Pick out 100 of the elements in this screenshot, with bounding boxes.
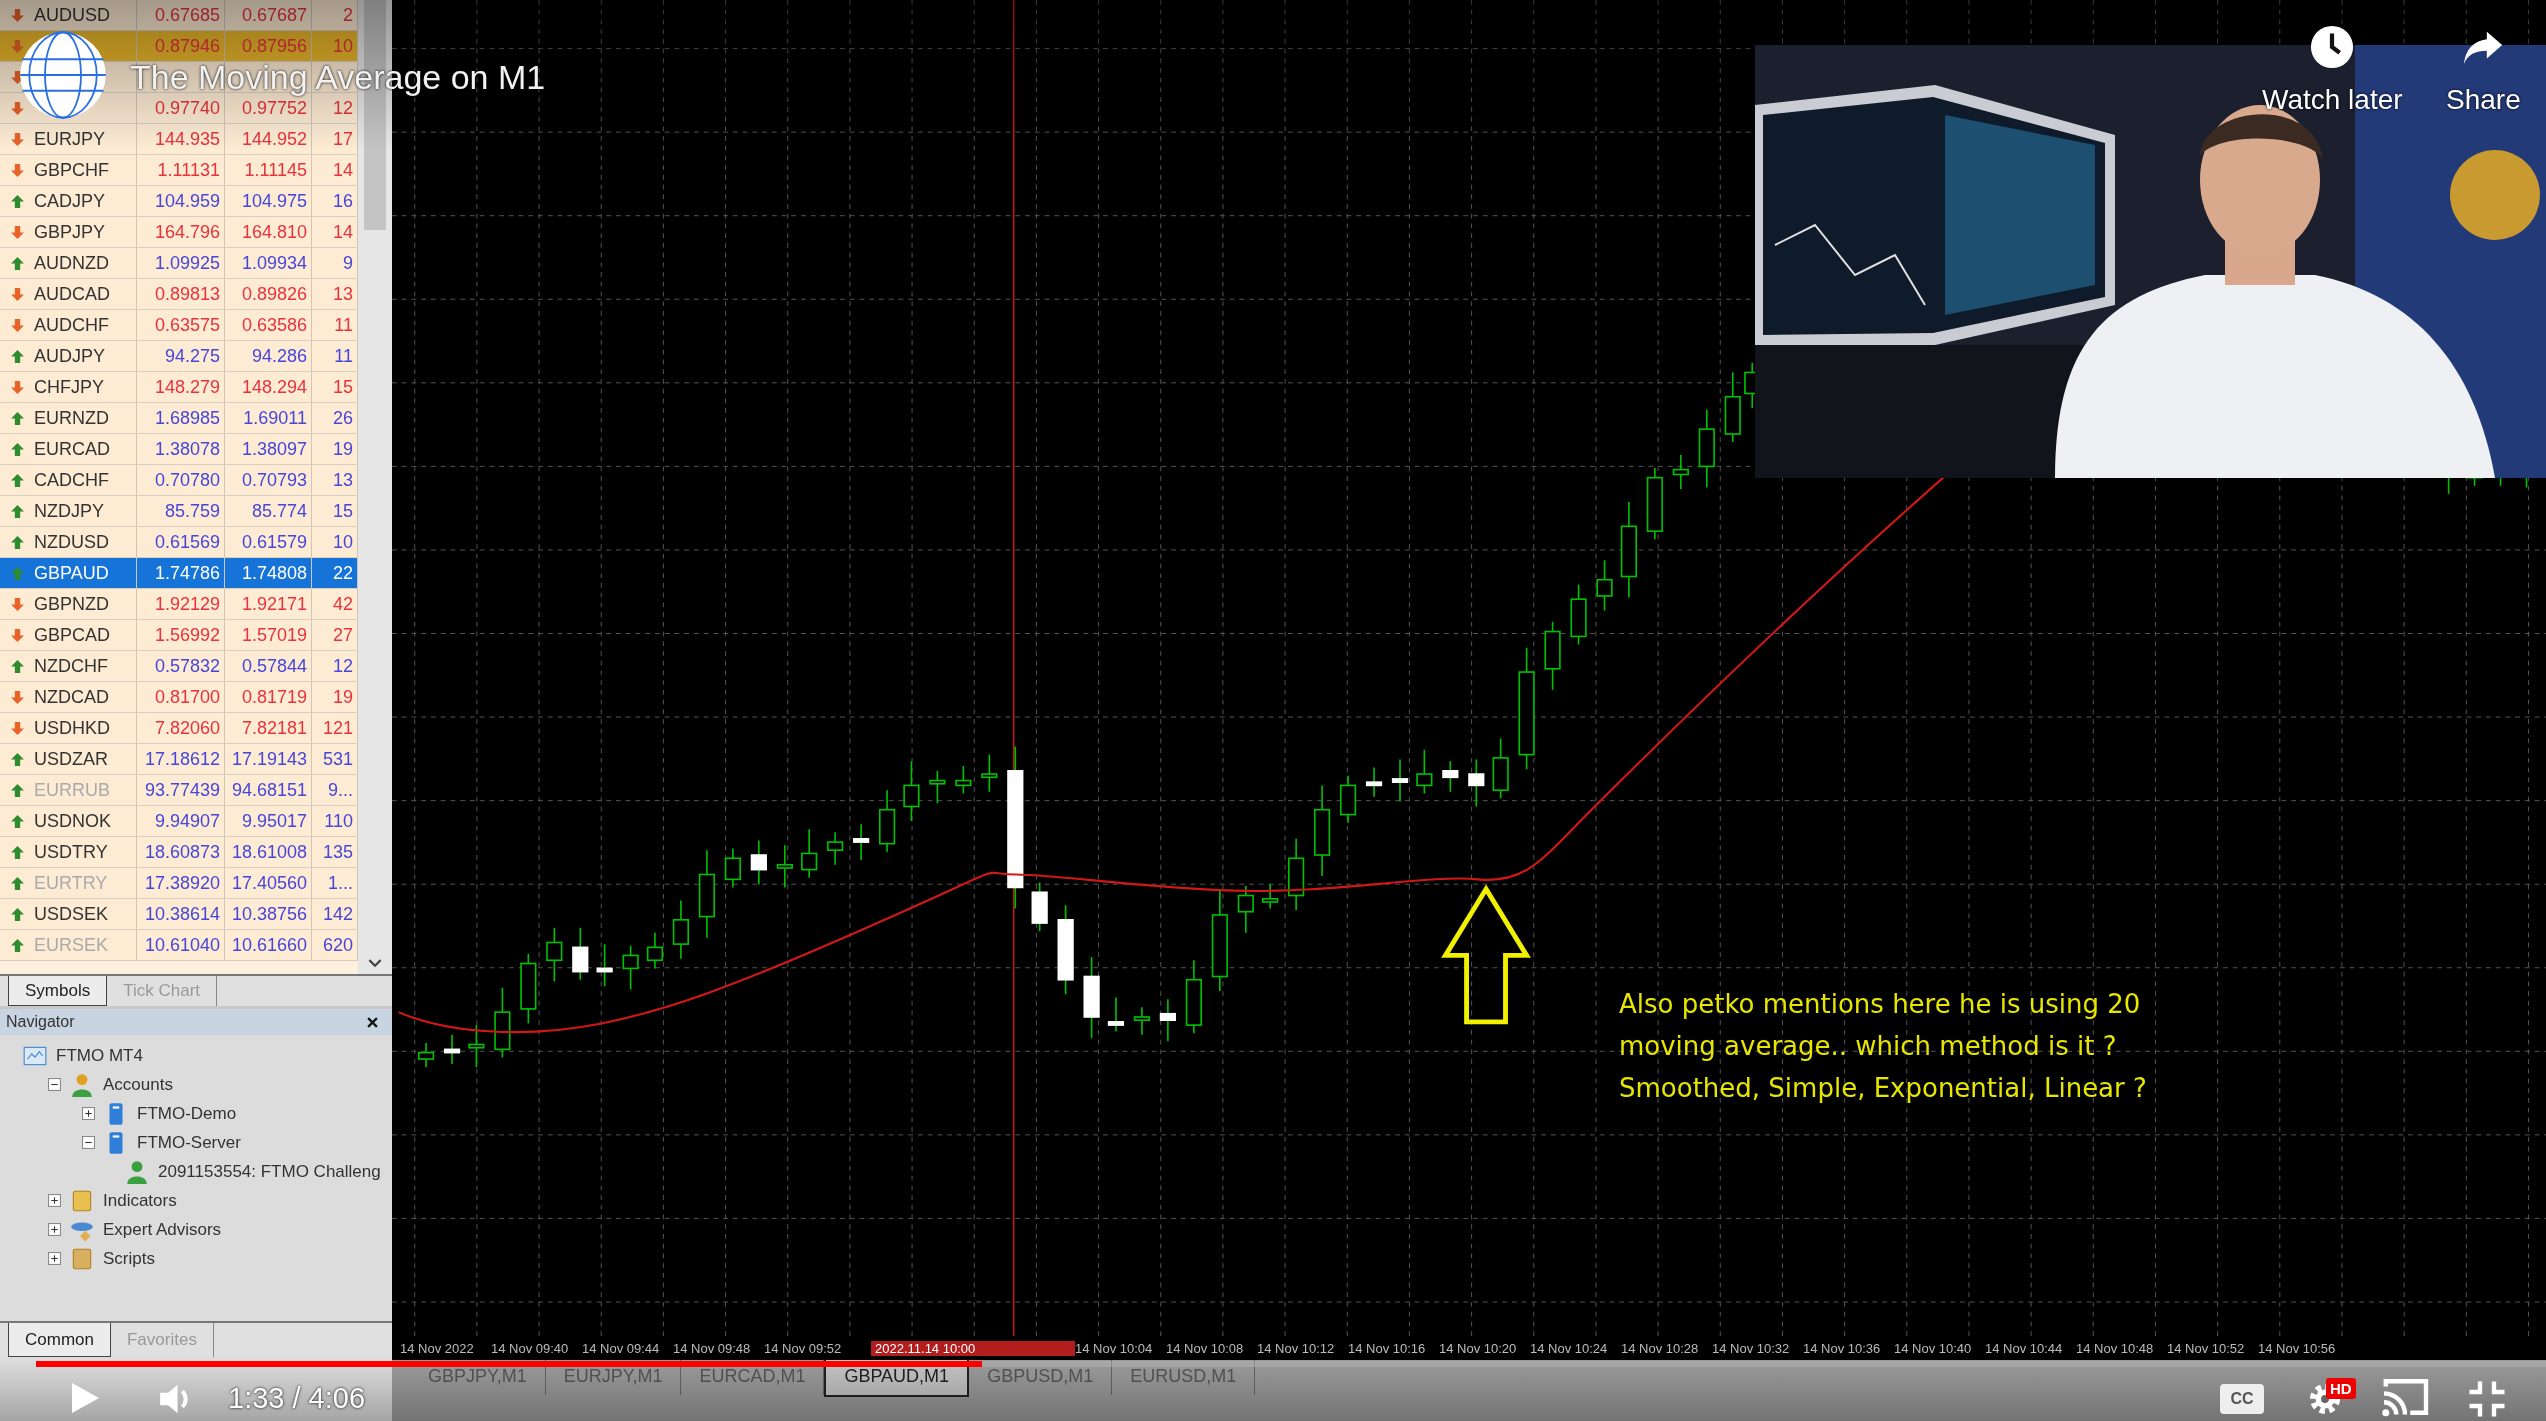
quote-row[interactable]: USDHKD 7.82060 7.82181 121 xyxy=(0,713,358,744)
bid-cell: 1.11131 xyxy=(157,159,220,181)
clock-icon xyxy=(2309,24,2356,70)
symbol-cell: USDZAR xyxy=(34,748,108,770)
spread-cell: 9... xyxy=(328,779,353,801)
bid-cell: 0.97740 xyxy=(154,97,220,119)
bid-cell: 0.70780 xyxy=(154,469,220,491)
watch-later-button[interactable]: Watch later xyxy=(2262,24,2403,116)
symbol-cell: CHFJPY xyxy=(34,376,104,398)
quality-badge: HD xyxy=(2326,1378,2356,1399)
ask-cell: 144.952 xyxy=(241,128,307,150)
ask-cell: 7.82181 xyxy=(241,717,307,739)
quote-row[interactable]: EURSEK 10.61040 10.61660 620 xyxy=(0,930,358,961)
time-label: 14 Nov 2022 xyxy=(400,1340,475,1356)
quote-row[interactable]: GBPCHF 1.11131 1.11145 14 xyxy=(0,155,358,186)
quote-row[interactable]: EURNZD 1.68985 1.69011 26 xyxy=(0,403,358,434)
symbol-cell: NZDCAD xyxy=(34,686,109,708)
symbol-cell: EURTRY xyxy=(34,872,108,894)
chevron-down-icon[interactable] xyxy=(368,959,382,968)
quote-row[interactable]: GBPNZD 1.92129 1.92171 42 xyxy=(0,589,358,620)
quote-row[interactable]: NZDUSD 0.61569 0.61579 10 xyxy=(0,527,358,558)
spread-cell: 135 xyxy=(322,841,353,863)
tree-item[interactable]: 2091153554: FTMO Challeng xyxy=(158,1161,381,1182)
symbol-cell: EURRUB xyxy=(34,779,110,801)
bid-cell: 0.61569 xyxy=(154,531,220,553)
expand-icon[interactable] xyxy=(48,1194,61,1207)
candle xyxy=(878,789,896,853)
bid-cell: 9.94907 xyxy=(154,810,220,832)
quote-row[interactable]: CHFJPY 148.279 148.294 15 xyxy=(0,372,358,403)
tree-item[interactable]: FTMO-Server xyxy=(137,1132,241,1153)
symbol-cell: USDSEK xyxy=(34,903,109,925)
globe-icon[interactable] xyxy=(18,30,108,120)
collapse-icon[interactable] xyxy=(48,1078,61,1091)
ask-cell: 17.40560 xyxy=(231,872,307,894)
quote-row[interactable]: AUDCHF 0.63575 0.63586 11 xyxy=(0,310,358,341)
quote-row[interactable]: NZDJPY 85.759 85.774 15 xyxy=(0,496,358,527)
ask-cell: 85.774 xyxy=(251,500,307,522)
candle xyxy=(1442,760,1459,793)
person-icon xyxy=(124,1158,150,1185)
tree-item[interactable]: Expert Advisors xyxy=(103,1219,222,1240)
quote-row[interactable]: AUDUSD 0.67685 0.67687 2 xyxy=(0,0,358,31)
panel-tab[interactable]: Common xyxy=(8,1323,111,1357)
symbol-cell: EURJPY xyxy=(34,128,105,150)
spread-cell: 531 xyxy=(322,748,353,770)
quote-row[interactable]: USDZAR 17.18612 17.19143 531 xyxy=(0,744,358,775)
quote-row[interactable]: GBPCAD 1.56992 1.57019 27 xyxy=(0,620,358,651)
collapse-icon[interactable] xyxy=(82,1136,95,1149)
ask-cell: 148.294 xyxy=(241,376,307,398)
quote-row[interactable]: GBPAUD 1.74786 1.74808 22 xyxy=(0,558,358,589)
tree-item[interactable]: Accounts xyxy=(103,1074,173,1095)
spread-cell: 2 xyxy=(343,4,353,26)
candle xyxy=(572,927,589,981)
quote-row[interactable]: AUDJPY 94.275 94.286 11 xyxy=(0,341,358,372)
panel-tab[interactable]: Symbols xyxy=(8,976,108,1006)
expand-icon[interactable] xyxy=(48,1223,61,1236)
quote-row[interactable]: GBPJPY 164.796 164.810 14 xyxy=(0,217,358,248)
tree-item[interactable]: FTMO MT4 xyxy=(56,1045,143,1066)
time-label: 14 Nov 10:40 xyxy=(1894,1340,1973,1356)
quote-row[interactable]: EURRUB 93.77439 94.68151 9... xyxy=(0,775,358,806)
tree-item[interactable]: Scripts xyxy=(103,1248,155,1269)
quote-row[interactable]: USDNOK 9.94907 9.95017 110 xyxy=(0,806,358,837)
quote-row[interactable]: EURJPY 144.935 144.952 17 xyxy=(0,124,358,155)
time-label: 14 Nov 10:28 xyxy=(1621,1340,1700,1356)
spread-cell: 142 xyxy=(322,903,353,925)
close-icon[interactable] xyxy=(367,1016,378,1028)
share-button[interactable]: Share xyxy=(2446,24,2521,116)
captions-button[interactable]: CC xyxy=(2220,1384,2264,1414)
spread-cell: 9 xyxy=(343,252,353,274)
quote-row[interactable]: CADJPY 104.959 104.975 16 xyxy=(0,186,358,217)
quote-row[interactable]: CADCHF 0.70780 0.70793 13 xyxy=(0,465,358,496)
candle xyxy=(750,839,767,885)
cast-icon[interactable] xyxy=(2380,1376,2430,1418)
quote-row[interactable]: NZDCAD 0.81700 0.81719 19 xyxy=(0,682,358,713)
candle xyxy=(955,765,972,795)
bid-cell: 0.63575 xyxy=(154,314,220,336)
spread-cell: 27 xyxy=(332,624,353,646)
expand-icon[interactable] xyxy=(48,1252,61,1265)
candle xyxy=(1339,774,1357,824)
spread-cell: 13 xyxy=(332,469,353,491)
quote-row[interactable]: AUDCAD 0.89813 0.89826 13 xyxy=(0,279,358,310)
candle xyxy=(1365,766,1383,798)
quote-row[interactable]: USDSEK 10.38614 10.38756 142 xyxy=(0,899,358,930)
bid-cell: 1.56992 xyxy=(154,624,220,646)
quote-row[interactable]: USDTRY 18.60873 18.61008 135 xyxy=(0,837,358,868)
expand-icon[interactable] xyxy=(82,1107,95,1120)
spread-cell: 1... xyxy=(328,872,353,894)
tree-item[interactable]: Indicators xyxy=(103,1190,177,1211)
candle xyxy=(1031,881,1048,932)
quote-row[interactable]: EURTRY 17.38920 17.40560 1... xyxy=(0,868,358,899)
bid-cell: 0.57832 xyxy=(154,655,220,677)
spread-cell: 11 xyxy=(334,345,353,367)
spread-cell: 110 xyxy=(324,810,353,832)
tree-item[interactable]: FTMO-Demo xyxy=(137,1103,237,1124)
ask-cell: 0.63586 xyxy=(241,314,307,336)
symbol-cell: GBPJPY xyxy=(34,221,106,243)
quote-row[interactable]: NZDCHF 0.57832 0.57844 12 xyxy=(0,651,358,682)
candle xyxy=(929,770,946,805)
quote-row[interactable]: AUDNZD 1.09925 1.09934 9 xyxy=(0,248,358,279)
quote-row[interactable]: EURCAD 1.38078 1.38097 19 xyxy=(0,434,358,465)
spread-cell: 11 xyxy=(334,314,353,336)
